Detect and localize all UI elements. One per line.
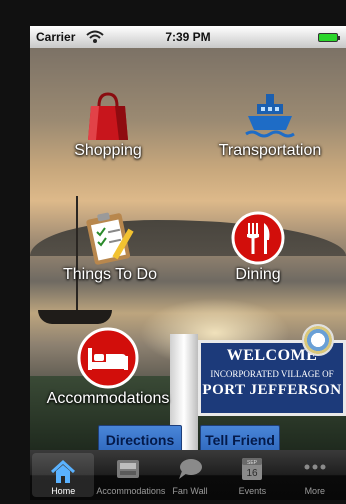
tab-accommodations[interactable]: Accommodations	[96, 450, 166, 500]
tell-friend-button[interactable]: Tell Friend	[200, 425, 280, 450]
clipboard-checklist-icon	[86, 212, 134, 265]
accommodations-tab-icon	[116, 460, 139, 478]
shopping-bag-icon	[88, 92, 128, 140]
bed-icon	[77, 327, 139, 389]
tab-home-label: Home	[51, 486, 76, 496]
tab-bar: Home Accommodations Fan Wall SEP 16 Even…	[30, 450, 346, 500]
status-time: 7:39 PM	[165, 30, 211, 44]
background-boat-hull	[38, 310, 112, 324]
tab-fan-wall-label: Fan Wall	[172, 486, 208, 496]
battery-icon	[318, 33, 340, 42]
chat-bubble-icon	[179, 459, 203, 479]
background-photo: WELCOME INCORPORATED VILLAGE OF PORT JEF…	[30, 48, 346, 450]
ship-icon	[245, 94, 295, 138]
calendar-day-text: 16	[247, 468, 259, 479]
menu-accommodations[interactable]: Accommodations	[38, 326, 178, 408]
menu-dining[interactable]: Dining	[216, 210, 300, 284]
dining-label: Dining	[235, 266, 281, 283]
sign-village-text: INCORPORATED VILLAGE OF	[210, 369, 334, 379]
transportation-label: Transportation	[218, 142, 322, 159]
fork-knife-icon	[231, 211, 285, 265]
calendar-icon: SEP 16	[242, 458, 263, 480]
things-to-do-label: Things To Do	[63, 266, 157, 283]
phone-device: Carrier 7:39 PM WELCOME INCORPORATED VIL…	[0, 0, 346, 504]
tab-fan-wall[interactable]: Fan Wall	[159, 450, 221, 500]
tab-more-label: More	[304, 486, 326, 496]
tab-accommodations-label: Accommodations	[96, 486, 166, 496]
more-dots-icon	[304, 464, 326, 470]
accommodations-label: Accommodations	[46, 390, 170, 407]
menu-things-to-do[interactable]: Things To Do	[52, 210, 168, 284]
menu-shopping[interactable]: Shopping	[66, 90, 150, 160]
tab-events[interactable]: SEP 16 Events	[221, 450, 283, 500]
app-screen: Carrier 7:39 PM WELCOME INCORPORATED VIL…	[30, 26, 346, 500]
tab-events-label: Events	[238, 486, 267, 496]
tab-home[interactable]: Home	[32, 453, 95, 497]
sign-port-text: PORT JEFFERSON	[202, 382, 342, 398]
home-icon	[51, 459, 76, 483]
calendar-month-text: SEP	[247, 460, 258, 466]
menu-transportation[interactable]: Transportation	[198, 90, 342, 160]
village-seal-icon	[302, 324, 334, 356]
status-bar: Carrier 7:39 PM	[30, 26, 346, 48]
tab-more[interactable]: More	[284, 450, 346, 500]
shopping-label: Shopping	[74, 142, 142, 159]
directions-button[interactable]: Directions	[98, 425, 182, 450]
